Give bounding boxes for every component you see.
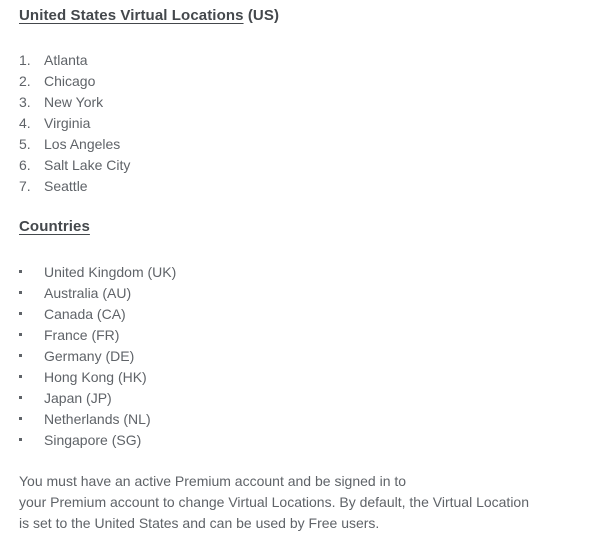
note-line: your Premium account to change Virtual L… bbox=[19, 494, 530, 510]
section-title-countries: Countries bbox=[19, 218, 90, 236]
page-title-us-virtual-locations: United States Virtual Locations (US) bbox=[19, 7, 279, 25]
list-item-label: Seattle bbox=[44, 178, 88, 194]
list-item-label: Canada (CA) bbox=[44, 306, 126, 322]
list-item-number: 5. bbox=[19, 136, 31, 152]
list-item-label: Los Angeles bbox=[44, 136, 121, 152]
bullet-icon bbox=[19, 367, 41, 388]
bullet-icon bbox=[19, 304, 41, 325]
bullet-icon bbox=[19, 430, 41, 451]
bullet-icon bbox=[19, 346, 41, 367]
list-item-label: Japan (JP) bbox=[44, 390, 112, 406]
us-heading-suffix: (US) bbox=[243, 7, 280, 24]
list-item-number: 2. bbox=[19, 73, 31, 89]
premium-account-note: You must have an active Premium account … bbox=[19, 471, 579, 534]
document-page: United States Virtual Locations (US) 1. … bbox=[0, 0, 607, 538]
list-item-number: 1. bbox=[19, 52, 31, 68]
list-item-label: Australia (AU) bbox=[44, 285, 132, 301]
list-item-label: Salt Lake City bbox=[44, 157, 131, 173]
list-item-label: New York bbox=[44, 94, 104, 110]
list-item-number: 7. bbox=[19, 178, 31, 194]
list-item-label: Virginia bbox=[44, 115, 91, 131]
note-line: You must have an active Premium account … bbox=[19, 473, 407, 489]
bullet-icon bbox=[19, 325, 41, 346]
bullet-icon bbox=[19, 283, 41, 304]
bullet-icon bbox=[19, 388, 41, 409]
list-item-number: 6. bbox=[19, 157, 31, 173]
list-item-label: France (FR) bbox=[44, 327, 120, 343]
list-item-label: Germany (DE) bbox=[44, 348, 135, 364]
list-item-label: Singapore (SG) bbox=[44, 432, 142, 448]
us-heading-main: United States Virtual Locations bbox=[19, 7, 244, 24]
countries-heading-main: Countries bbox=[19, 218, 90, 235]
list-item-number: 3. bbox=[19, 94, 31, 110]
list-item-label: Chicago bbox=[44, 73, 96, 89]
bullet-icon bbox=[19, 262, 41, 283]
bullet-icon bbox=[19, 409, 41, 430]
list-item-number: 4. bbox=[19, 115, 31, 131]
list-item-label: Atlanta bbox=[44, 52, 88, 68]
list-item-label: United Kingdom (UK) bbox=[44, 264, 177, 280]
list-item-label: Netherlands (NL) bbox=[44, 411, 151, 427]
list-item-label: Hong Kong (HK) bbox=[44, 369, 147, 385]
note-line: is set to the United States and can be u… bbox=[19, 515, 380, 531]
